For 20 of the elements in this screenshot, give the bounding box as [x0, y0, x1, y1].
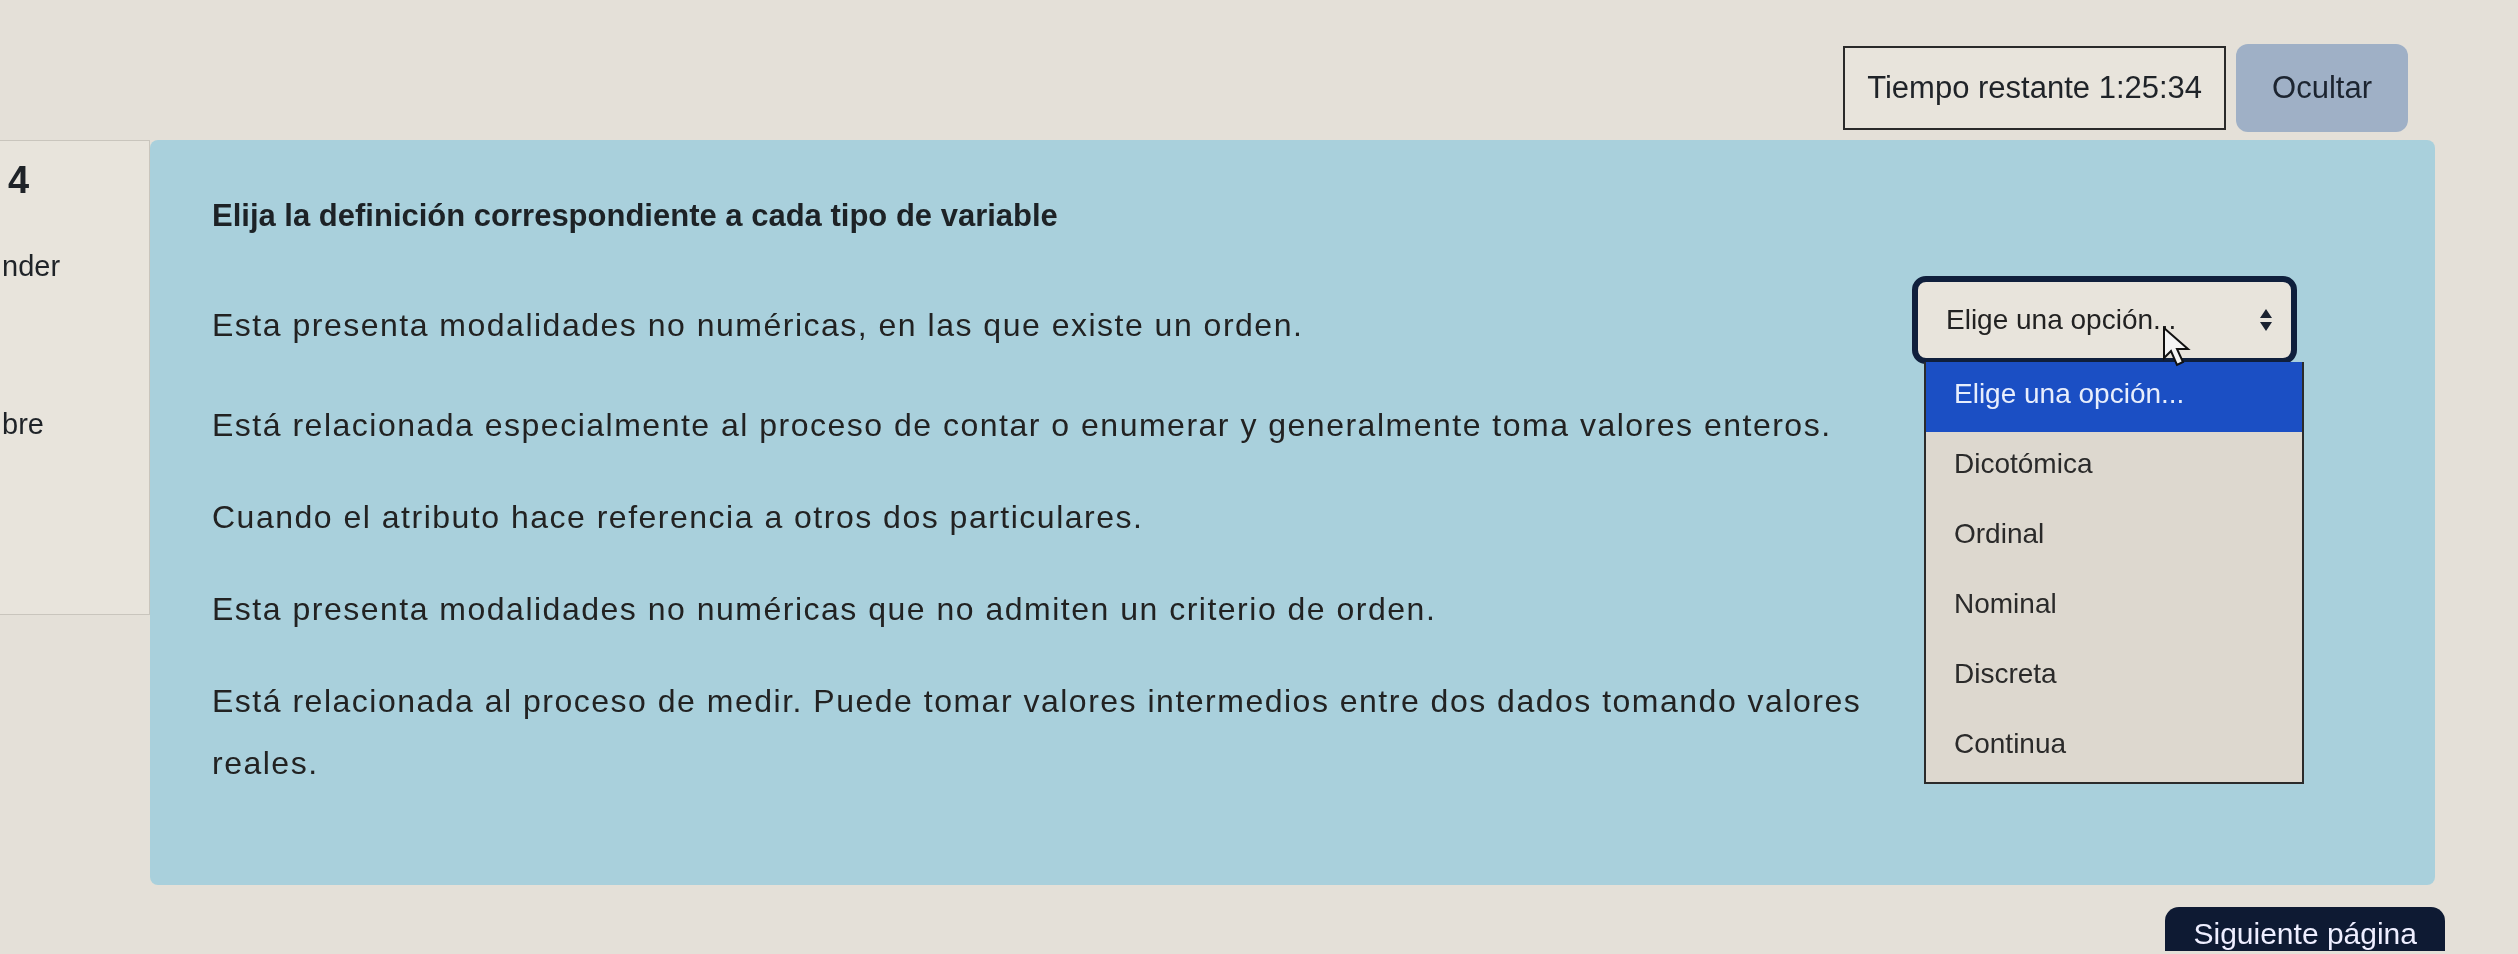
dropdown-option[interactable]: Continua: [1926, 712, 2302, 782]
question-number: 4: [7, 158, 31, 202]
dropdown-option[interactable]: Elige una opción...: [1926, 362, 2302, 432]
statement-text: Esta presenta modalidades no numéricas, en las que existe un orden.: [212, 306, 1305, 345]
statement-text: Está relacionada especialmente al proceso de contar o enumerar y generalmente toma valores enteros.: [212, 406, 1833, 445]
dropdown-option[interactable]: Nominal: [1926, 572, 2302, 642]
hide-button[interactable]: Ocultar: [2236, 44, 2408, 132]
nav-text: bre: [2, 408, 45, 441]
nav-text: nder: [2, 250, 62, 283]
timer-label: Tiempo restante 1:25:34: [1843, 46, 2227, 130]
dropdown-option[interactable]: Discreta: [1926, 642, 2302, 712]
statement-text: Está relacionada al proceso de medir. Puede tomar valores intermedios entre dos dados tomando valores reales.: [212, 682, 1863, 783]
next-page-button[interactable]: Siguiente página: [2165, 907, 2445, 951]
statement-text: Esta presenta modalidades no numéricas que no admiten un criterio de orden.: [212, 590, 1438, 629]
statement-text: Cuando el atributo hace referencia a otros dos particulares.: [212, 498, 1145, 537]
dropdown-option[interactable]: Ordinal: [1926, 502, 2302, 572]
sort-arrows-icon: [2259, 307, 2273, 333]
option-select[interactable]: Elige una opción...: [1912, 276, 2297, 364]
dropdown-option[interactable]: Dicotómica: [1926, 432, 2302, 502]
question-prompt: Elija la definición correspondiente a cada tipo de variable: [212, 198, 1059, 234]
